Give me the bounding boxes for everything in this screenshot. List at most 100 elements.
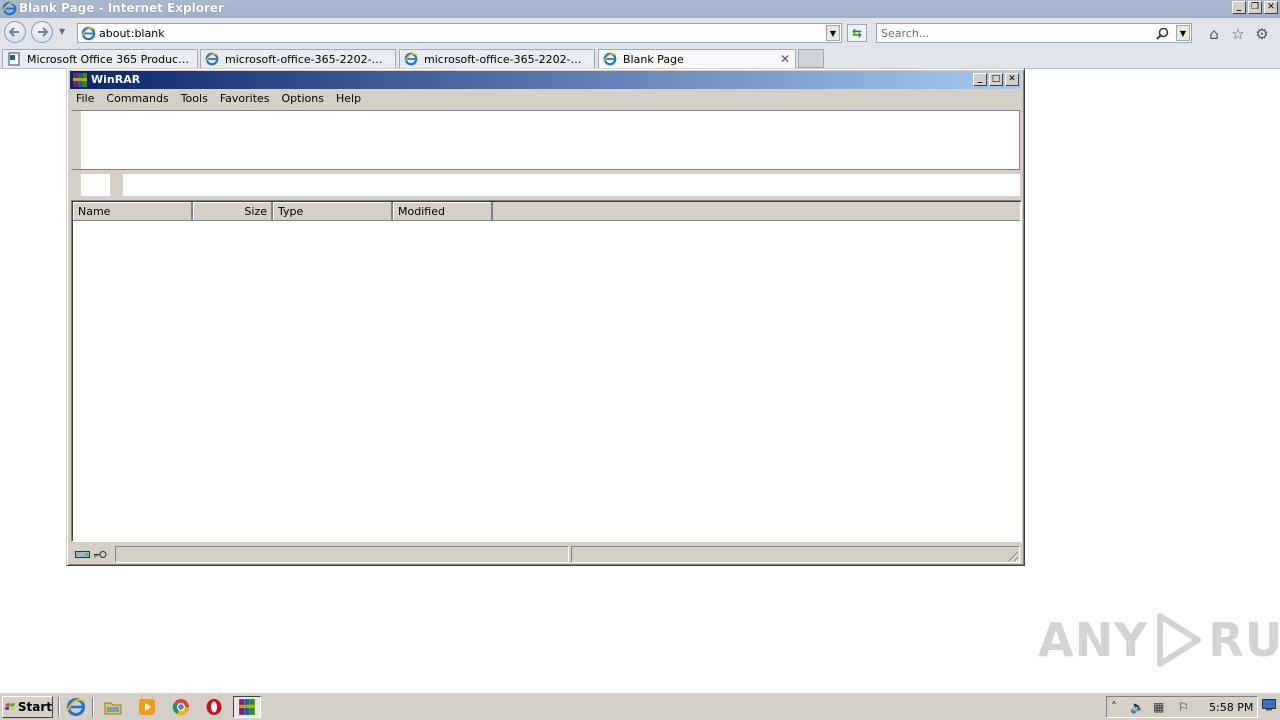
- taskbar: Start ˄ 🔈 ▦ ⚐ 5:58 PM: [0, 692, 1280, 720]
- ie-navigation-bar: ▼ ▼ ⇆ ▼ ⌂ ☆ ⚙: [0, 18, 1280, 48]
- menu-file[interactable]: File: [70, 90, 100, 108]
- taskbar-separator: [58, 697, 60, 717]
- tab-blank-page[interactable]: Blank Page ✕: [598, 49, 796, 68]
- address-bar[interactable]: ▼: [77, 23, 842, 43]
- desktop-icon: [1262, 699, 1276, 711]
- winrar-maximize-button[interactable]: □: [989, 73, 1003, 86]
- gear-icon[interactable]: ⚙: [1253, 25, 1271, 43]
- network-icon[interactable]: ▦: [1153, 700, 1164, 714]
- play-logo-icon: [1157, 613, 1202, 667]
- resize-grip[interactable]: [1006, 549, 1018, 561]
- tab-label: Blank Page: [623, 53, 684, 66]
- winrar-minimize-button[interactable]: _: [973, 73, 987, 86]
- watermark-text-right: RUN: [1208, 613, 1280, 667]
- home-icon[interactable]: ⌂: [1205, 25, 1223, 43]
- opera-icon: [206, 699, 222, 715]
- tab-office-365-product-key[interactable]: Microsoft Office 365 Product Ke...: [2, 49, 198, 68]
- system-tray: ˄ 🔈 ▦ ⚐ 5:58 PM: [1106, 696, 1258, 718]
- file-list-header: Name Size Type Modified: [73, 202, 1020, 221]
- address-dropdown-button[interactable]: ▼: [826, 25, 840, 41]
- winrar-address-bar: [71, 172, 1020, 196]
- status-right-panel: [571, 546, 1020, 563]
- ie-icon: [2, 1, 17, 19]
- ie-icon: [205, 52, 219, 68]
- toolbar-handle[interactable]: [72, 111, 81, 169]
- column-type[interactable]: Type: [273, 202, 393, 220]
- close-button[interactable]: ✕: [1264, 1, 1278, 14]
- ie-page-icon: [81, 26, 96, 44]
- taskbar-separator: [92, 697, 94, 717]
- document-icon: [7, 52, 21, 68]
- key-icon[interactable]: [93, 549, 108, 562]
- menu-options[interactable]: Options: [276, 90, 330, 108]
- taskbar-media-player[interactable]: [133, 696, 161, 718]
- menu-favorites[interactable]: Favorites: [214, 90, 276, 108]
- minimize-button[interactable]: _: [1232, 1, 1246, 14]
- ie-icon: [603, 52, 617, 68]
- forward-button[interactable]: [31, 21, 53, 43]
- taskbar-opera[interactable]: [200, 696, 228, 718]
- show-desktop-button[interactable]: [1262, 699, 1276, 713]
- ie-title-bar: Blank Page - Internet Explorer _ ❐ ✕: [0, 0, 1280, 18]
- winrar-logo-icon: [72, 72, 88, 91]
- anyrun-watermark: ANY RUN: [1038, 612, 1280, 668]
- media-player-icon: [139, 699, 155, 715]
- start-label: Start: [17, 700, 52, 714]
- action-center-flag-icon[interactable]: ⚐: [1178, 700, 1189, 714]
- search-box[interactable]: ▼: [876, 23, 1192, 43]
- folder-icon: [104, 702, 122, 715]
- winrar-status-bar: [71, 545, 1020, 563]
- show-hidden-icons-icon[interactable]: ˄: [1111, 700, 1117, 714]
- taskbar-internet-explorer[interactable]: [62, 696, 90, 718]
- new-tab-button[interactable]: [798, 49, 824, 68]
- up-folder-button[interactable]: [81, 174, 110, 196]
- status-left-panel: [115, 546, 569, 563]
- tab-office-365-2202-product-1[interactable]: microsoft-office-365-2202-prod...: [200, 49, 396, 68]
- winrar-close-button[interactable]: ✕: [1005, 73, 1019, 86]
- forward-arrow-icon: [38, 27, 49, 37]
- ie-tab-strip: Microsoft Office 365 Product Ke... micro…: [0, 48, 1280, 69]
- winrar-toolbar: [71, 110, 1020, 170]
- winrar-title-bar[interactable]: WinRAR _ □ ✕: [70, 71, 1021, 89]
- search-dropdown-button[interactable]: ▼: [1176, 25, 1190, 41]
- drive-icon[interactable]: [75, 549, 90, 562]
- file-list[interactable]: Name Size Type Modified: [71, 200, 1022, 542]
- winrar-window: WinRAR _ □ ✕ File Commands Tools Favorit…: [66, 68, 1025, 566]
- refresh-button[interactable]: ⇆: [847, 24, 867, 42]
- taskbar-winrar[interactable]: [233, 696, 261, 718]
- ie-icon: [66, 697, 86, 717]
- tab-label: microsoft-office-365-2202-prod...: [424, 53, 588, 66]
- menu-tools[interactable]: Tools: [175, 90, 214, 108]
- volume-icon[interactable]: 🔈: [1130, 700, 1145, 714]
- restore-button[interactable]: ❐: [1248, 1, 1262, 14]
- start-button[interactable]: Start: [2, 696, 53, 718]
- column-name[interactable]: Name: [73, 202, 193, 220]
- column-modified[interactable]: Modified: [393, 202, 493, 220]
- column-size[interactable]: Size: [193, 202, 273, 220]
- history-dropdown-icon[interactable]: ▼: [59, 27, 65, 36]
- search-icon[interactable]: [1156, 27, 1169, 43]
- menu-help[interactable]: Help: [330, 90, 367, 108]
- taskbar-file-explorer[interactable]: [99, 696, 127, 718]
- back-arrow-icon: [8, 27, 19, 37]
- ie-icon: [404, 52, 418, 68]
- back-button[interactable]: [4, 21, 26, 43]
- windows-logo-icon: [5, 702, 16, 711]
- tab-label: Microsoft Office 365 Product Ke...: [27, 53, 191, 66]
- taskbar-chrome[interactable]: [167, 696, 195, 718]
- chrome-icon: [172, 699, 190, 716]
- tab-close-icon[interactable]: ✕: [780, 52, 790, 66]
- tab-office-365-2202-product-2[interactable]: microsoft-office-365-2202-prod...: [399, 49, 595, 68]
- clock[interactable]: 5:58 PM: [1209, 701, 1253, 714]
- refresh-icon: ⇆: [851, 26, 863, 40]
- search-input[interactable]: [881, 25, 1151, 41]
- address-input[interactable]: [99, 25, 819, 41]
- path-field[interactable]: [123, 174, 1020, 196]
- ie-window-title: Blank Page - Internet Explorer: [19, 1, 224, 15]
- menu-commands[interactable]: Commands: [100, 90, 174, 108]
- watermark-text-left: ANY: [1038, 613, 1149, 667]
- status-drive-cell: [71, 546, 111, 563]
- winrar-title: WinRAR: [91, 73, 141, 86]
- favorites-star-icon[interactable]: ☆: [1229, 25, 1247, 43]
- winrar-icon: [239, 699, 255, 715]
